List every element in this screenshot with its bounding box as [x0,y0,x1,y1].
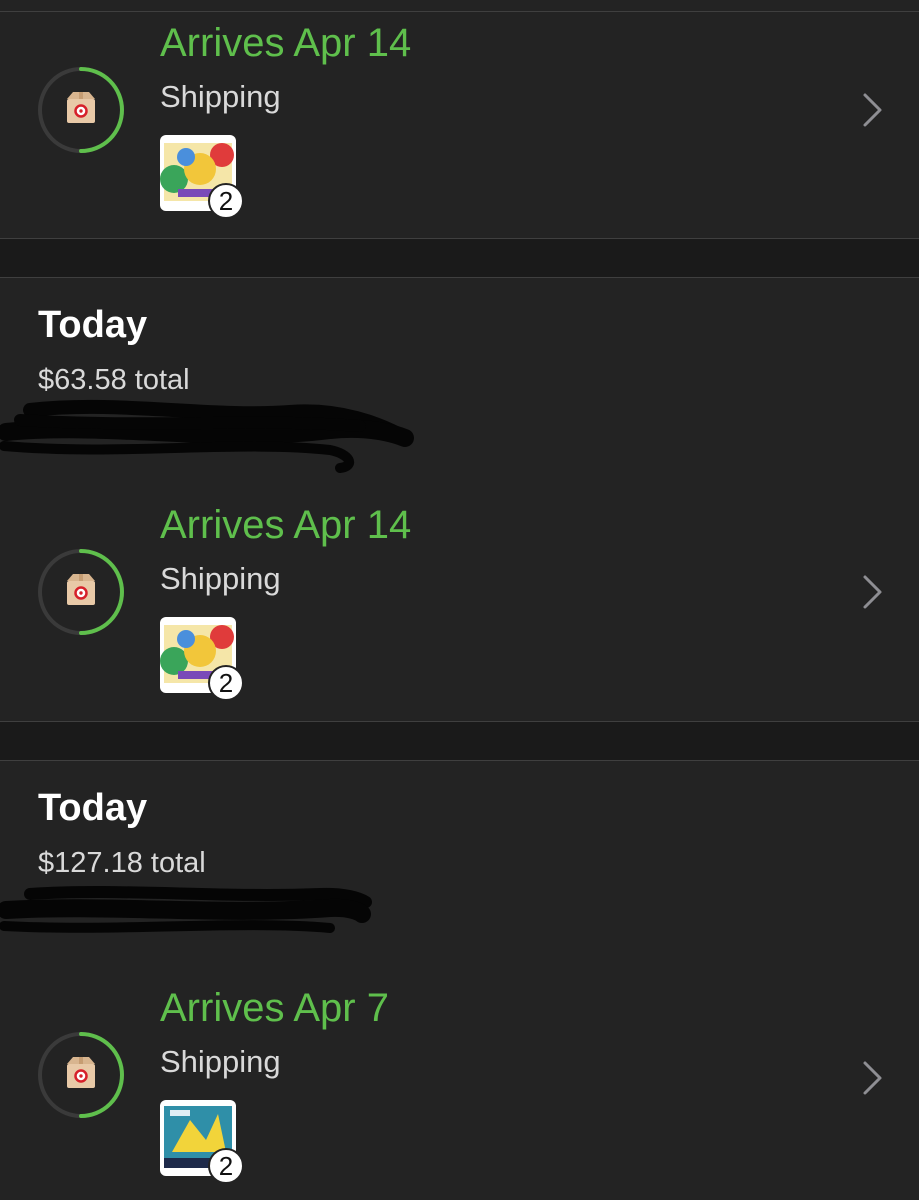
arrival-date: Arrives Apr 14 [160,21,412,65]
orders-list: Arrives Apr 14 Shipping 2 Today $63.58 t… [0,0,919,1200]
package-icon [67,1057,95,1088]
quantity-badge: 2 [208,183,244,219]
quantity-badge: 2 [208,665,244,701]
package-icon [67,92,95,123]
arrival-date: Arrives Apr 7 [160,986,389,1030]
redacted-address [0,886,372,933]
shipment-row[interactable]: Arrives Apr 14 Shipping 2 [0,12,919,219]
divider [0,760,919,761]
quantity-badge: 2 [208,1148,244,1184]
chevron-right-icon[interactable] [858,92,888,128]
chevron-right-icon[interactable] [858,574,888,610]
delivery-progress-ring [38,1032,124,1118]
shipment-row[interactable]: Arrives Apr 14 Shipping 2 [0,494,919,701]
section-gap [0,239,919,277]
chevron-right-icon[interactable] [858,1060,888,1096]
shipment-status: Shipping [160,79,281,114]
order-total: $63.58 total [38,364,190,396]
arrival-date: Arrives Apr 14 [160,503,412,547]
delivery-progress-ring [38,549,124,635]
divider [0,277,919,278]
section-gap [0,722,919,760]
shipment-status: Shipping [160,1044,281,1079]
delivery-progress-ring [38,67,124,153]
redacted-address [0,399,414,473]
order-total: $127.18 total [38,847,206,879]
order-date-heading: Today [38,304,148,346]
package-icon [67,574,95,605]
order-date-heading: Today [38,787,148,829]
shipment-row[interactable]: Arrives Apr 7 Shipping 2 [0,977,919,1184]
shipment-status: Shipping [160,561,281,596]
